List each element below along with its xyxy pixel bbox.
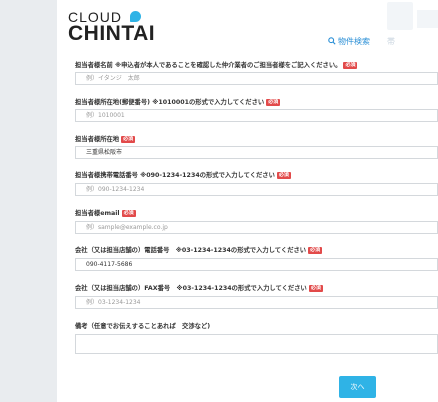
required-badge: 必須 xyxy=(276,172,291,179)
remarks-label-text: 備考（任意でお伝えすることあれば 交渉など) xyxy=(75,323,211,330)
agent-mobile-label: 担当者様携帯電話番号 ※090-1234-1234の形式で入力してください 必須 xyxy=(75,170,291,179)
company-phone-label-text: 会社（又は担当店舗の）電話番号 ※03-1234-1234の形式で入力してくださ… xyxy=(75,247,307,254)
search-icon xyxy=(328,37,336,45)
agent-postal-placeholder: 例）1010001 xyxy=(86,112,125,119)
agent-mobile-input[interactable]: 例）090-1234-1234 xyxy=(75,183,438,196)
agent-mobile-placeholder: 例）090-1234-1234 xyxy=(86,186,145,193)
agent-name-label-text: 担当者様名前 ※申込者が本人であることを確認した仲介業者のご担当者様をご記入くだ… xyxy=(75,62,342,69)
company-phone-input[interactable]: 090-4117-5686 xyxy=(75,258,438,271)
company-fax-label: 会社（又は担当店舗の）FAX番号 ※03-1234-1234の形式で入力してくだ… xyxy=(75,283,323,292)
agent-address-input[interactable]: 三重県松阪市 xyxy=(75,146,438,159)
header-widget xyxy=(387,2,413,30)
company-phone-value: 090-4117-5686 xyxy=(86,261,133,268)
required-badge: 必須 xyxy=(121,210,136,217)
header-faint-text: 帯 xyxy=(387,37,395,46)
page: CLOUD CHINTAI 物件検索 帯 担当者様名前 ※申込者が本人であること… xyxy=(57,0,438,402)
agent-name-label: 担当者様名前 ※申込者が本人であることを確認した仲介業者のご担当者様をご記入くだ… xyxy=(75,60,358,69)
logo-line2: CHINTAI xyxy=(68,22,156,45)
agent-address-label-text: 担当者様所在地 xyxy=(75,136,120,143)
agent-postal-input[interactable]: 例）1010001 xyxy=(75,109,438,122)
company-fax-placeholder: 例）03-1234-1234 xyxy=(86,299,141,306)
required-badge: 必須 xyxy=(308,247,323,254)
company-fax-input[interactable]: 例）03-1234-1234 xyxy=(75,296,438,309)
company-phone-label: 会社（又は担当店舗の）電話番号 ※03-1234-1234の形式で入力してくださ… xyxy=(75,245,323,254)
agent-mobile-label-text: 担当者様携帯電話番号 ※090-1234-1234の形式で入力してください xyxy=(75,172,275,179)
property-search-label: 物件検索 xyxy=(338,37,370,46)
logo-bubble-icon xyxy=(130,11,141,22)
agent-email-label: 担当者様email 必須 xyxy=(75,208,136,217)
agent-address-label: 担当者様所在地 必須 xyxy=(75,134,136,143)
company-fax-label-text: 会社（又は担当店舗の）FAX番号 ※03-1234-1234の形式で入力してくだ… xyxy=(75,285,307,292)
agent-email-placeholder: 例）sample@example.co.jp xyxy=(86,224,168,231)
header: CLOUD CHINTAI 物件検索 帯 xyxy=(57,0,438,58)
agent-postal-label-text: 担当者様所在地(郵便番号) ※1010001の形式で入力してください xyxy=(75,99,265,106)
agent-address-value: 三重県松阪市 xyxy=(86,149,123,156)
required-badge: 必須 xyxy=(343,62,358,69)
property-search-link[interactable]: 物件検索 xyxy=(328,36,370,47)
remarks-label: 備考（任意でお伝えすることあれば 交渉など) xyxy=(75,321,210,330)
agent-email-input[interactable]: 例）sample@example.co.jp xyxy=(75,221,438,234)
header-widget-secondary xyxy=(417,10,438,28)
remarks-textarea[interactable] xyxy=(75,334,438,354)
required-badge: 必須 xyxy=(308,285,323,292)
agent-name-placeholder: 例）イタンジ 太郎 xyxy=(86,75,140,82)
required-badge: 必須 xyxy=(266,99,281,106)
next-button[interactable]: 次へ xyxy=(339,376,376,398)
required-badge: 必須 xyxy=(121,136,136,143)
agent-email-label-text: 担当者様email xyxy=(75,210,120,217)
agent-name-input[interactable]: 例）イタンジ 太郎 xyxy=(75,72,438,85)
agent-postal-label: 担当者様所在地(郵便番号) ※1010001の形式で入力してください 必須 xyxy=(75,97,281,106)
